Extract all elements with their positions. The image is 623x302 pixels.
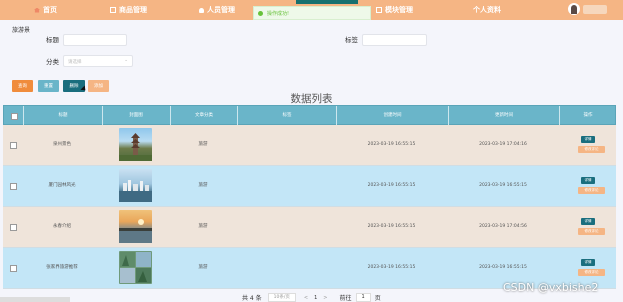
title-label: 标题 [46, 36, 59, 44]
cover-image [119, 128, 152, 161]
col-category: 文章分类 [195, 113, 213, 118]
nav-item-users[interactable]: 人员管理 [199, 0, 235, 20]
row-checkbox[interactable] [10, 142, 17, 149]
cell-created: 2023-03-19 16:55:15 [367, 224, 416, 229]
cell-updated: 2023-03-19 17:04:56 [479, 224, 527, 229]
select-all-checkbox[interactable] [11, 113, 18, 120]
table-row: 泉州景色 旅游 2023-03-19 16:55:15 2023-03-19 1… [3, 125, 616, 166]
table-header: 标题 封面图 文章分类 标签 创建时间 更新时间 操作 [3, 105, 616, 126]
cell-created: 2023-03-19 16:55:15 [367, 183, 416, 188]
prev-page-icon[interactable]: < [304, 295, 308, 301]
detail-button[interactable]: 详情 [581, 177, 595, 184]
cell-title: 泉州景色 [53, 142, 71, 147]
check-circle-icon [258, 10, 263, 16]
home-icon [34, 7, 40, 13]
total-count: 共 4 条 [242, 295, 262, 302]
cover-image [119, 210, 152, 243]
current-page[interactable]: 1 [314, 295, 317, 301]
nav-item-home[interactable]: 首页 [34, 0, 57, 20]
row-checkbox[interactable] [10, 224, 17, 231]
detail-button[interactable]: 详情 [581, 136, 595, 143]
detail-button[interactable]: 详情 [581, 259, 595, 266]
cover-image [119, 251, 152, 284]
goto-page-input[interactable]: 1 [355, 293, 371, 302]
tag-label: 标签 [345, 36, 358, 44]
cell-title: 永春介绍 [53, 224, 71, 229]
col-cover: 封面图 [129, 113, 143, 118]
watermark: CSDN @vxbishe2 [503, 281, 599, 294]
col-created: 创建时间 [383, 113, 402, 118]
nav-item-goods[interactable]: 商品管理 [110, 0, 147, 20]
cell-category: 旅游 [198, 142, 208, 147]
col-title: 标题 [58, 113, 68, 118]
detail-button[interactable]: 详情 [581, 218, 595, 225]
cell-title: 张家界旅游推荐 [46, 265, 78, 270]
cell-created: 2023-03-19 16:55:15 [367, 265, 416, 270]
next-page-icon[interactable]: > [323, 295, 327, 301]
col-updated: 更新时间 [495, 113, 513, 118]
toast-accent [296, 0, 358, 4]
cell-tag [237, 207, 335, 247]
cell-tag [237, 125, 335, 165]
edit-comment-button[interactable]: 修改评论 [578, 269, 605, 276]
table-title: 数据列表 [290, 93, 333, 105]
user-avatar[interactable] [568, 3, 580, 15]
cell-tag [237, 248, 335, 288]
category-select[interactable]: 请选择 ⌄ [63, 55, 133, 67]
nav-item-modules[interactable]: 模块管理 [376, 0, 413, 20]
cover-image [119, 169, 152, 202]
col-actions: 操作 [583, 113, 593, 118]
status-strip [0, 297, 70, 302]
table-row: 厦门园林风光 旅游 2023-03-19 16:55:15 2023-03-19… [3, 166, 616, 207]
edit-comment-button[interactable]: 修改评论 [578, 146, 605, 153]
person-icon [199, 7, 204, 13]
title-input[interactable] [63, 34, 127, 46]
col-tag: 标签 [282, 113, 292, 118]
cell-updated: 2023-03-19 16:55:15 [479, 183, 527, 188]
edit-comment-button[interactable]: 修改评论 [578, 187, 605, 194]
cell-title: 厦门园林风光 [48, 183, 76, 188]
cell-category: 旅游 [198, 265, 208, 270]
tag-input[interactable] [362, 34, 427, 46]
table-row: 永春介绍 旅游 2023-03-19 16:55:15 2023-03-19 1… [3, 207, 616, 248]
breadcrumb: 旅游景 [12, 27, 31, 34]
pagination: 共 4 条 10条/页 < 1 > 前往 1 页 [242, 293, 381, 302]
goto-label: 前往 [339, 295, 352, 302]
cell-category: 旅游 [198, 224, 208, 229]
edit-comment-button[interactable]: 修改评论 [578, 228, 605, 235]
page-size-select[interactable]: 10条/页 [267, 293, 296, 302]
cell-updated: 2023-03-19 17:04:16 [479, 142, 527, 147]
success-toast: 操作成功! [253, 6, 371, 20]
user-name-placeholder[interactable] [583, 5, 607, 14]
cell-created: 2023-03-19 16:55:15 [367, 142, 416, 147]
cell-tag [237, 166, 335, 206]
row-checkbox[interactable] [10, 183, 17, 190]
row-checkbox[interactable] [10, 265, 17, 272]
page-suffix: 页 [374, 295, 381, 302]
category-label: 分类 [46, 58, 59, 66]
chevron-down-icon: ⌄ [124, 58, 128, 63]
box-icon [110, 7, 116, 13]
nav-item-profile[interactable]: 个人资料 [473, 0, 501, 20]
cell-category: 旅游 [198, 183, 208, 188]
grid-icon [376, 7, 382, 13]
